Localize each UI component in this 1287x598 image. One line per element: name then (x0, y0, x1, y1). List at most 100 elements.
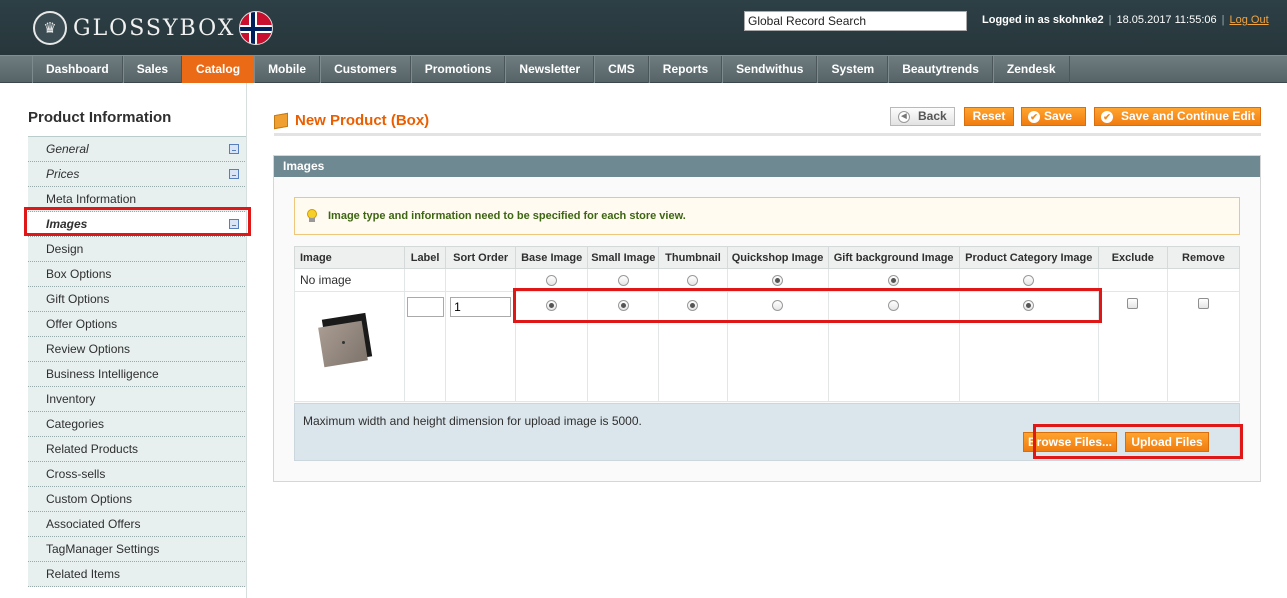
exclude-checkbox[interactable] (1127, 298, 1139, 309)
tab-label: Related Items (46, 567, 121, 581)
nav-item-cms[interactable]: CMS (594, 56, 649, 83)
tab-associated-offers[interactable]: Associated Offers (28, 512, 247, 537)
empty-cell (445, 268, 517, 292)
product-box-icon (274, 112, 288, 129)
category-radio[interactable] (1023, 275, 1035, 287)
logo-text: GLOSSYBOX (73, 15, 236, 41)
column-header: Remove (1166, 246, 1241, 269)
tab-label: Meta Information (46, 192, 137, 206)
tab-label: Box Options (46, 267, 112, 281)
highlight-upload-buttons (1033, 424, 1243, 459)
check-icon: ✔ (1028, 111, 1040, 123)
nav-item-dashboard[interactable]: Dashboard (32, 56, 123, 83)
empty-cell (1166, 268, 1241, 292)
base-radio[interactable] (546, 275, 558, 287)
tab-tagmanager-settings[interactable]: TagManager Settings (28, 537, 247, 562)
tab-label: TagManager Settings (46, 542, 160, 556)
tab-design[interactable]: Design (28, 237, 247, 262)
thumbnail-radio[interactable] (687, 275, 699, 287)
notice-text: Image type and information need to be sp… (328, 210, 686, 222)
product-image-thumbnail[interactable] (318, 312, 379, 374)
tab-box-options[interactable]: Box Options (28, 262, 247, 287)
page-title: New Product (Box) (274, 112, 429, 129)
back-button-label: Back (918, 109, 947, 123)
global-search-input[interactable] (744, 11, 967, 31)
tab-review-options[interactable]: Review Options (28, 337, 247, 362)
column-header: Exclude (1097, 246, 1168, 269)
tab-offer-options[interactable]: Offer Options (28, 312, 247, 337)
nav-item-system[interactable]: System (817, 56, 889, 83)
tab-business-intelligence[interactable]: Business Intelligence (28, 362, 247, 387)
crown-emblem-icon: ♛ (33, 11, 67, 45)
tab-label: Inventory (46, 392, 96, 406)
product-tabs: General Prices Meta Information Images Desig… (28, 136, 247, 587)
tab-prices[interactable]: Prices (28, 162, 247, 187)
save-and-continue-button[interactable]: ✔ Save and Continue Edit (1094, 107, 1261, 126)
tab-gift-options[interactable]: Gift Options (28, 287, 247, 312)
tab-cross-sells[interactable]: Cross-sells (28, 462, 247, 487)
tab-label: Review Options (46, 342, 131, 356)
back-arrow-icon: ◀ (898, 111, 910, 123)
timestamp: 18.05.2017 11:55:06 (1116, 14, 1217, 26)
remove-checkbox[interactable] (1197, 298, 1209, 309)
empty-cell (404, 268, 447, 292)
sidebar-divider (246, 83, 247, 598)
column-header: Label (404, 246, 447, 269)
exclude-cell (1097, 291, 1168, 402)
logout-link[interactable]: Log Out (1229, 14, 1268, 26)
column-header: Gift background Image (827, 246, 960, 269)
norway-flag-icon (239, 11, 274, 45)
column-header: Base Image (515, 246, 589, 269)
column-header: Sort Order (445, 246, 517, 269)
main-nav: Dashboard Sales Catalog Mobile Customers Prom… (0, 55, 1287, 83)
highlight-radio-options (513, 288, 1102, 323)
reset-button[interactable]: Reset (964, 107, 1014, 126)
gift-radio[interactable] (888, 275, 900, 287)
tab-label: General (46, 142, 89, 156)
nav-item-catalog[interactable]: Catalog (182, 56, 255, 83)
nav-item-zendesk[interactable]: Zendesk (992, 56, 1070, 83)
nav-item-mobile[interactable]: Mobile (254, 56, 321, 83)
no-image-label: No image (293, 268, 406, 292)
tab-related-items[interactable]: Related Items (28, 562, 247, 587)
lightbulb-icon (306, 209, 318, 223)
nav-item-reports[interactable]: Reports (648, 56, 723, 83)
title-divider (274, 133, 1261, 136)
small-radio[interactable] (617, 275, 629, 287)
sort-order-cell (445, 291, 517, 402)
tab-general[interactable]: General (28, 137, 247, 162)
nav-item-customers[interactable]: Customers (320, 56, 411, 83)
images-section-heading: Images (274, 156, 1260, 177)
empty-cell (1097, 268, 1168, 292)
changed-indicator-icon (229, 144, 239, 154)
tab-label: Design (46, 242, 84, 256)
nav-item-sales[interactable]: Sales (122, 56, 183, 83)
tab-categories[interactable]: Categories (28, 412, 247, 437)
tab-related-products[interactable]: Related Products (28, 437, 247, 462)
tab-inventory[interactable]: Inventory (28, 387, 247, 412)
column-header: Image (293, 246, 406, 269)
image-label-input[interactable] (406, 297, 444, 317)
nav-item-sendwithus[interactable]: Sendwithus (722, 56, 818, 83)
save-button-label: Save (1044, 109, 1073, 123)
glossybox-logo[interactable]: ♛ GLOSSYBOX (33, 9, 274, 47)
tab-label: Related Products (46, 442, 139, 456)
tab-label: Custom Options (46, 492, 133, 506)
upload-note: Maximum width and height dimension for u… (303, 414, 642, 428)
image-thumbnail-cell (293, 291, 406, 402)
remove-cell (1166, 291, 1241, 402)
sort-order-input[interactable] (450, 297, 512, 317)
tab-label: Associated Offers (46, 517, 141, 531)
save-button[interactable]: ✔ Save (1021, 107, 1086, 126)
tab-label: Offer Options (46, 317, 118, 331)
reset-button-label: Reset (972, 109, 1006, 123)
back-button[interactable]: ◀ Back (890, 107, 955, 126)
tab-custom-options[interactable]: Custom Options (28, 487, 247, 512)
highlight-images-tab (24, 207, 251, 236)
page-title-text: New Product (Box) (295, 112, 430, 129)
admin-header: ♛ GLOSSYBOX Logged in as skohnke2|18.05.… (0, 0, 1287, 55)
nav-item-promotions[interactable]: Promotions (410, 56, 506, 83)
nav-item-newsletter[interactable]: Newsletter (505, 56, 595, 83)
quickshop-radio[interactable] (772, 275, 784, 287)
nav-item-beautytrends[interactable]: Beautytrends (888, 56, 993, 83)
